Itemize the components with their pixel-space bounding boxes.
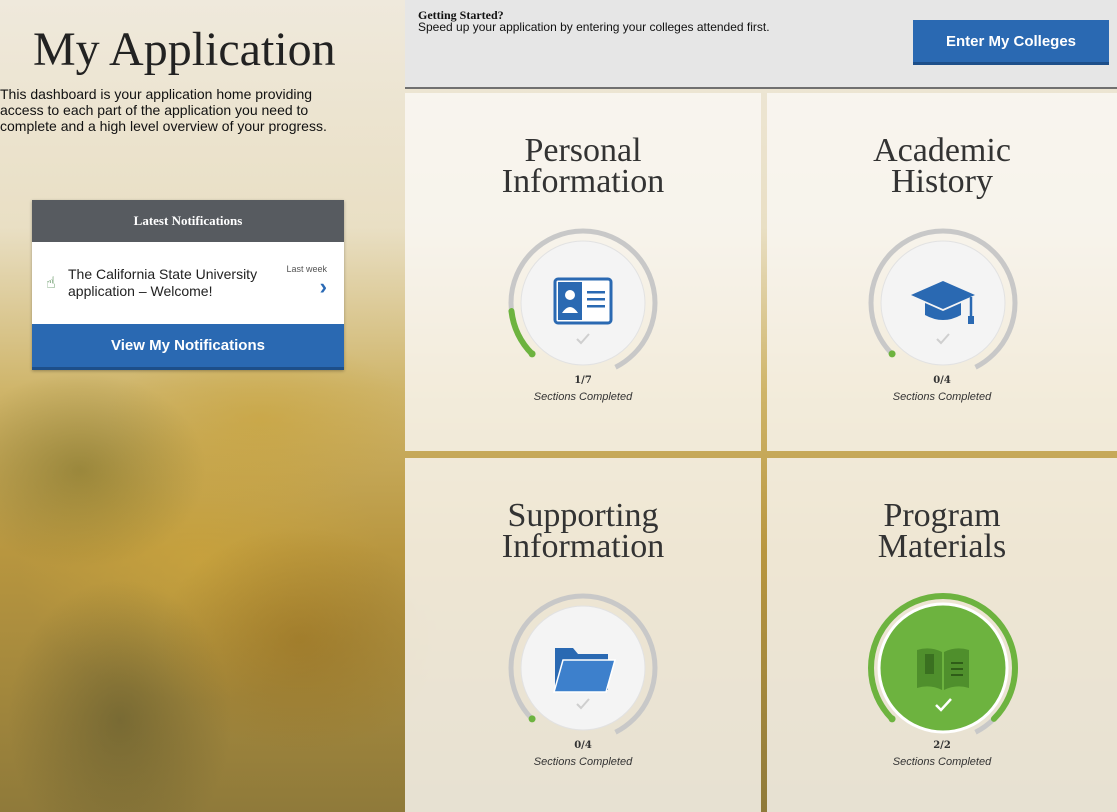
- progress-ring: [503, 588, 663, 748]
- tile-title-line2: History: [891, 163, 993, 200]
- getting-started-bar: Getting Started? Speed up your applicati…: [405, 0, 1117, 89]
- sections-count: 2/2: [933, 740, 951, 751]
- tile-title: Program Materials: [767, 497, 1117, 565]
- dashboard-panel: Getting Started? Speed up your applicati…: [405, 0, 1117, 812]
- getting-started-text: Speed up your application by entering yo…: [418, 20, 770, 34]
- sections-status: Sections Completed: [533, 391, 633, 403]
- tile-title-line1: Personal: [524, 132, 642, 169]
- page-description: This dashboard is your application home …: [0, 86, 327, 134]
- sections-count: 0/4: [574, 740, 592, 751]
- progress-ring: [863, 588, 1023, 748]
- id-card-icon: [553, 277, 613, 325]
- sections-count: 1/7: [574, 375, 592, 386]
- tile-title-line2: Information: [501, 163, 665, 200]
- progress-ring: [863, 223, 1023, 383]
- view-notifications-button[interactable]: View My Notifications: [32, 324, 344, 370]
- tile-supporting-information[interactable]: Supporting Information 0/4 Sections Comp…: [405, 458, 761, 812]
- progress-dot: [888, 715, 896, 723]
- tile-title: Supporting Information: [405, 497, 761, 565]
- progress-dot: [528, 715, 536, 723]
- notification-item[interactable]: ☝ The California State University applic…: [32, 242, 344, 324]
- tile-title-line1: Academic: [873, 132, 1011, 169]
- tile-program-materials[interactable]: Program Materials 2/2 Sections Completed: [767, 458, 1117, 812]
- tile-title-line2: Materials: [877, 528, 1007, 565]
- progress-ring: [503, 223, 663, 383]
- wave-hand-icon: ☝: [46, 275, 56, 292]
- progress-dot: [528, 350, 536, 358]
- folder-icon: [553, 648, 616, 693]
- progress-dot: [888, 350, 896, 358]
- left-panel: My Application This dashboard is your ap…: [0, 0, 405, 812]
- tile-title: Academic History: [767, 132, 1117, 200]
- tile-personal-information[interactable]: Personal Information 1/7 Sections Comple…: [405, 93, 761, 451]
- tile-academic-history[interactable]: Academic History 0/4 Sections Completed: [767, 93, 1117, 451]
- sections-status: Sections Completed: [892, 756, 992, 768]
- sections-status: Sections Completed: [533, 756, 633, 768]
- notifications-header: Latest Notifications: [32, 200, 344, 242]
- sections-count: 0/4: [933, 375, 951, 386]
- tile-title-line1: Program: [883, 497, 1001, 534]
- page-title: My Application: [33, 23, 336, 76]
- tile-title-line1: Supporting: [507, 497, 659, 534]
- enter-colleges-button[interactable]: Enter My Colleges: [913, 20, 1109, 65]
- sections-status: Sections Completed: [892, 391, 992, 403]
- notification-text: The California State University applicat…: [68, 266, 258, 299]
- chevron-right-icon[interactable]: ›: [320, 274, 327, 300]
- notifications-panel: Latest Notifications ☝ The California St…: [32, 200, 344, 370]
- tile-title: Personal Information: [405, 132, 761, 200]
- tile-title-line2: Information: [501, 528, 665, 565]
- notification-time: Last week: [286, 264, 327, 274]
